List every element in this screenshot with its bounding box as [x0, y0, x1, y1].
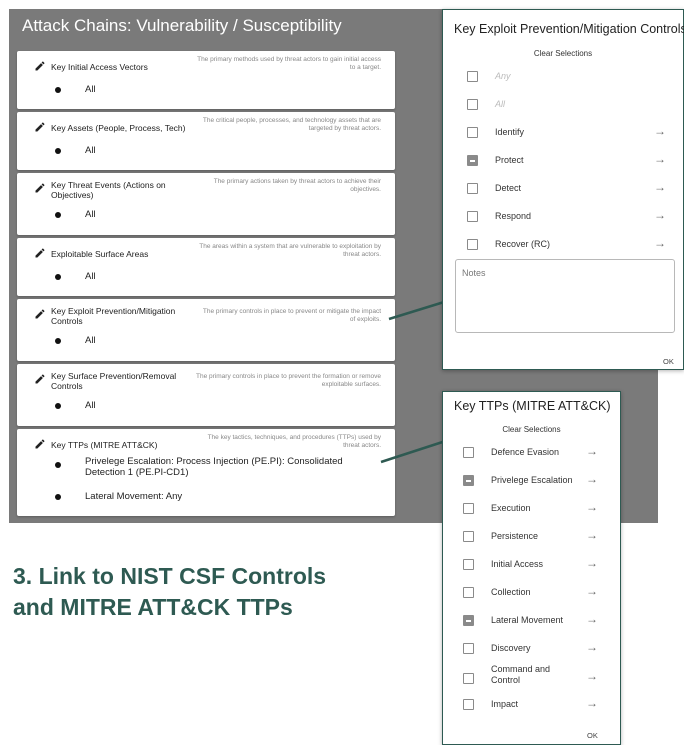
checkbox[interactable] — [463, 643, 474, 654]
option-label: Persistence — [491, 531, 539, 541]
checkbox-indeterminate[interactable] — [467, 155, 478, 166]
arrow-right-icon[interactable]: → — [586, 613, 598, 625]
clear-selections-link[interactable]: Clear Selections — [443, 425, 620, 434]
arrow-right-icon[interactable]: → — [586, 557, 598, 569]
arrow-right-icon[interactable]: → — [654, 209, 666, 221]
option-label: Discovery — [491, 643, 531, 653]
arrow-right-icon[interactable]: → — [586, 670, 598, 682]
controls-dialog: Key Exploit Prevention/Mitigation Contro… — [442, 9, 684, 370]
dialog-title: Key TTPs (MITRE ATT&CK) — [454, 399, 611, 413]
checkbox-indeterminate[interactable] — [463, 475, 474, 486]
arrow-right-icon[interactable]: → — [654, 125, 666, 137]
option-label: All — [495, 99, 506, 109]
arrow-right-icon[interactable]: → — [586, 697, 598, 709]
arrow-right-icon[interactable]: → — [586, 585, 598, 597]
checkbox[interactable] — [463, 503, 474, 514]
checkbox[interactable] — [463, 587, 474, 598]
option-label: Lateral Movement — [491, 615, 564, 625]
arrow-right-icon[interactable]: → — [586, 445, 598, 457]
option-persistence[interactable]: Persistence → — [443, 526, 620, 546]
arrow-right-icon[interactable]: → — [586, 473, 598, 485]
ok-button[interactable]: OK — [587, 731, 598, 740]
arrow-right-icon[interactable]: → — [654, 153, 666, 165]
option-impact[interactable]: Impact → — [443, 694, 620, 714]
option-label: Impact — [491, 699, 519, 709]
checkbox[interactable] — [467, 127, 478, 138]
option-command-and-control[interactable]: Command and Control → — [443, 664, 620, 690]
option-label: Command and Control — [491, 664, 551, 685]
arrow-right-icon[interactable]: → — [654, 237, 666, 249]
option-label: Respond — [495, 211, 532, 221]
option-privelege-escalation[interactable]: Privelege Escalation → — [443, 470, 620, 490]
option-detect[interactable]: Detect → — [443, 178, 683, 198]
checkbox[interactable] — [463, 559, 474, 570]
notes-field[interactable]: Notes — [455, 259, 675, 333]
option-any: Any — [443, 66, 683, 86]
option-respond[interactable]: Respond → — [443, 206, 683, 226]
arrow-right-icon[interactable]: → — [586, 529, 598, 541]
notes-label: Notes — [462, 268, 486, 278]
option-label: Collection — [491, 587, 531, 597]
option-all: All — [443, 94, 683, 114]
option-label: Protect — [495, 155, 524, 165]
option-label: Recover (RC) — [495, 239, 551, 249]
checkbox[interactable] — [463, 673, 474, 684]
option-label: Execution — [491, 503, 531, 513]
option-execution[interactable]: Execution → — [443, 498, 620, 518]
checkbox[interactable] — [463, 447, 474, 458]
arrow-right-icon[interactable]: → — [654, 181, 666, 193]
checkbox — [467, 71, 478, 82]
option-label: Initial Access — [491, 559, 544, 569]
checkbox[interactable] — [463, 531, 474, 542]
option-identify[interactable]: Identify → — [443, 122, 683, 142]
option-defence-evasion[interactable]: Defence Evasion → — [443, 442, 620, 462]
ok-button[interactable]: OK — [663, 357, 674, 366]
option-initial-access[interactable]: Initial Access → — [443, 554, 620, 574]
option-label: Any — [495, 71, 511, 81]
arrow-right-icon[interactable]: → — [586, 641, 598, 653]
checkbox[interactable] — [467, 211, 478, 222]
arrow-right-icon[interactable]: → — [586, 501, 598, 513]
checkbox-indeterminate[interactable] — [463, 615, 474, 626]
option-collection[interactable]: Collection → — [443, 582, 620, 602]
option-label: Identify — [495, 127, 525, 137]
option-protect[interactable]: Protect → — [443, 150, 683, 170]
checkbox[interactable] — [467, 239, 478, 250]
option-label: Defence Evasion — [491, 447, 560, 457]
checkbox[interactable] — [463, 699, 474, 710]
option-discovery[interactable]: Discovery → — [443, 638, 620, 658]
option-label: Detect — [495, 183, 522, 193]
dialog-title: Key Exploit Prevention/Mitigation Contro… — [454, 22, 684, 36]
option-recover[interactable]: Recover (RC) → — [443, 234, 683, 254]
clear-selections-link[interactable]: Clear Selections — [443, 49, 683, 58]
ttps-dialog: Key TTPs (MITRE ATT&CK) Clear Selections… — [442, 391, 621, 745]
checkbox — [467, 99, 478, 110]
option-label: Privelege Escalation — [491, 475, 573, 485]
checkbox[interactable] — [467, 183, 478, 194]
option-lateral-movement[interactable]: Lateral Movement → — [443, 610, 620, 630]
